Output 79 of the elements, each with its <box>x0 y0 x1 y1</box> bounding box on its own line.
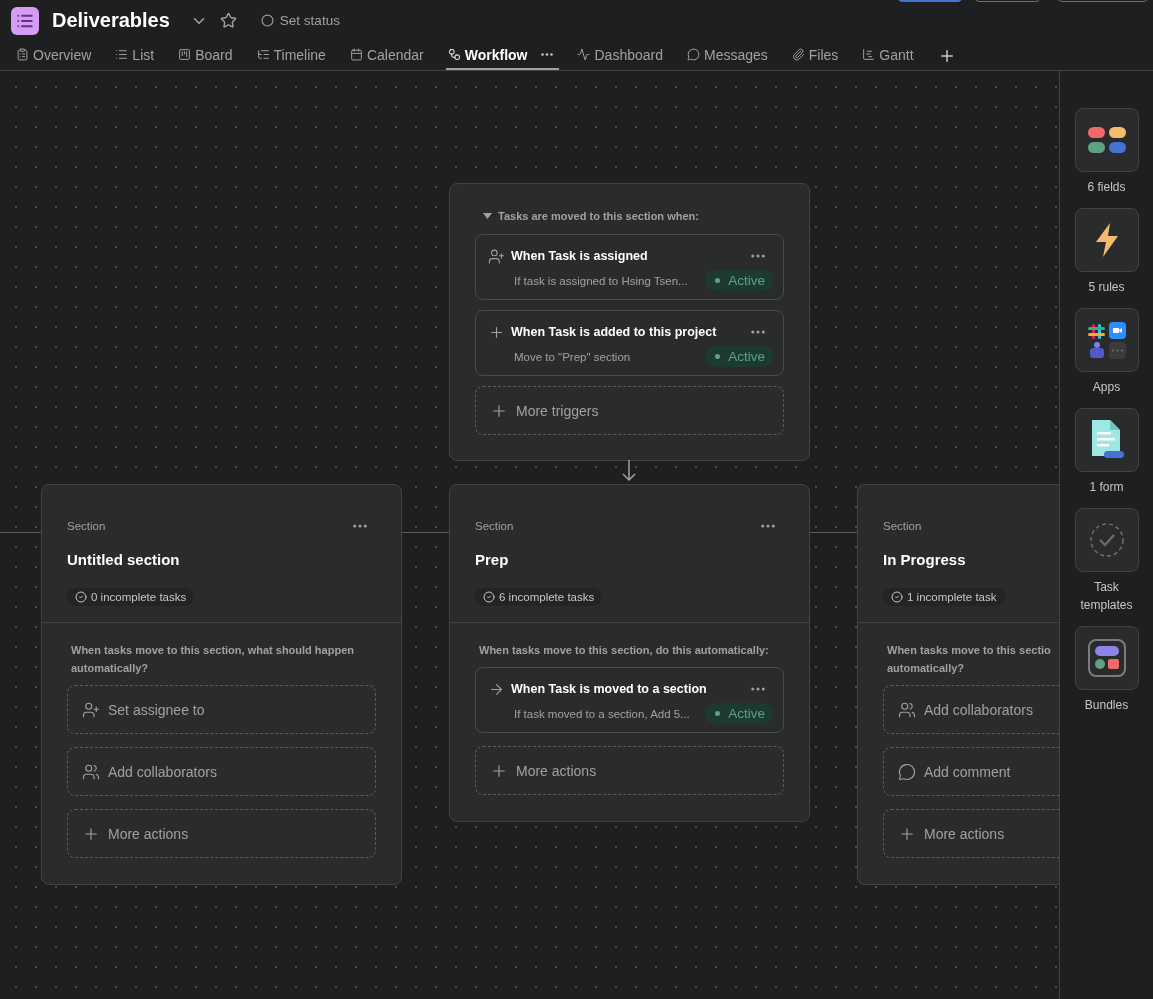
gantt-icon <box>862 48 876 62</box>
section-title: Untitled section <box>67 551 180 568</box>
set-status-button[interactable]: Set status <box>256 11 344 31</box>
tool-label: Task templates <box>1079 579 1134 614</box>
section-label: Section <box>67 520 106 532</box>
action-button[interactable]: Add collaborators <box>67 747 376 796</box>
tab[interactable]: Dashboard <box>575 41 669 70</box>
rule-title: When Task is moved to a section <box>511 682 707 696</box>
tab[interactable]: Calendar <box>347 41 430 70</box>
user-plus-icon <box>488 247 505 265</box>
action-button[interactable]: More actions <box>67 809 376 858</box>
tab[interactable]: Files <box>789 41 845 70</box>
tool-tile[interactable] <box>1074 208 1139 272</box>
rule-description: Move to "Prep" section <box>514 350 631 363</box>
tool-label: 6 fields <box>1086 179 1127 196</box>
rule-card[interactable]: When Task is moved to a section If task moved to a section, Add 5... Active <box>475 667 784 733</box>
tool-label: 1 form <box>1088 479 1125 496</box>
tool-label: Apps <box>1091 379 1122 396</box>
tab[interactable]: Timeline <box>254 41 332 70</box>
rule-title: When Task is assigned <box>511 249 648 263</box>
paperclip-icon <box>791 48 805 62</box>
tab[interactable]: Gantt <box>860 41 920 70</box>
automation-prompt: When tasks move to this section, do this automatically: <box>478 643 770 658</box>
task-count-badge: 6 incomplete tasks <box>475 588 603 606</box>
fields-icon <box>1087 127 1126 153</box>
status-badge: Active <box>705 346 773 367</box>
section-title: In Progress <box>883 551 966 568</box>
automation-prompt: When tasks move to this section, what should happen automatically? <box>70 643 355 676</box>
tab[interactable]: Overview <box>14 41 98 70</box>
line-chart-icon <box>577 48 591 62</box>
status-badge: Active <box>705 703 773 724</box>
section-label: Section <box>475 520 514 532</box>
task-count-badge: 1 incomplete task <box>883 588 1005 606</box>
calendar-icon <box>349 48 363 62</box>
dashed-check-icon <box>1088 522 1125 558</box>
more-triggers-button[interactable]: More triggers <box>475 386 784 435</box>
users-icon <box>82 762 100 781</box>
more-icon[interactable] <box>541 53 554 57</box>
bundles-icon <box>1087 639 1126 677</box>
action-button[interactable]: Set assignee to <box>67 685 376 734</box>
users-icon <box>898 700 916 719</box>
status-badge: Active <box>705 270 773 291</box>
tab[interactable]: List <box>113 41 161 70</box>
clipboard-icon <box>16 48 29 62</box>
circle-icon <box>260 14 274 28</box>
tool-tile[interactable] <box>1074 408 1139 472</box>
action-button[interactable]: More actions <box>475 746 784 795</box>
user-plus-icon <box>82 700 100 719</box>
section-title: Prep <box>475 551 509 568</box>
speech-bubble-icon <box>898 762 916 781</box>
tool-tile[interactable] <box>1074 626 1139 690</box>
section-label: Section <box>883 520 922 532</box>
workflow-icon <box>447 48 461 62</box>
form-icon <box>1089 420 1124 460</box>
rule-card[interactable]: When Task is assigned If task is assigned to Hsing Tsen... Active <box>475 234 784 300</box>
rule-title: When Task is added to this project <box>511 325 717 339</box>
tab[interactable]: Messages <box>685 41 774 70</box>
apps-icon <box>1087 321 1126 359</box>
tool-tile[interactable] <box>1074 508 1139 572</box>
trigger-heading: Tasks are moved to this section when: <box>498 210 699 222</box>
automation-prompt: When tasks move to this sectio automatically? <box>886 643 1052 676</box>
project-title: Deliverables <box>52 9 170 33</box>
caret-down-icon[interactable] <box>483 213 492 219</box>
rule-description: If task is assigned to Hsing Tsen... <box>514 274 688 287</box>
timeline-icon <box>256 48 270 62</box>
tool-label: Bundles <box>1083 697 1130 714</box>
tool-tile[interactable] <box>1074 308 1139 372</box>
lightning-icon <box>1093 223 1120 257</box>
down-arrow-icon <box>622 460 636 482</box>
tool-tile[interactable] <box>1074 108 1139 172</box>
list-icon <box>115 48 129 62</box>
task-count-badge: 0 incomplete tasks <box>67 588 195 606</box>
board-icon <box>178 48 192 62</box>
rule-card[interactable]: When Task is added to this project Move to "Prep" section Active <box>475 310 784 376</box>
project-icon <box>11 6 39 35</box>
tool-label: 5 rules <box>1087 279 1126 296</box>
rule-description: If task moved to a section, Add 5... <box>514 707 690 720</box>
speech-bubble-icon <box>687 48 700 62</box>
tab[interactable]: Board <box>176 41 239 70</box>
